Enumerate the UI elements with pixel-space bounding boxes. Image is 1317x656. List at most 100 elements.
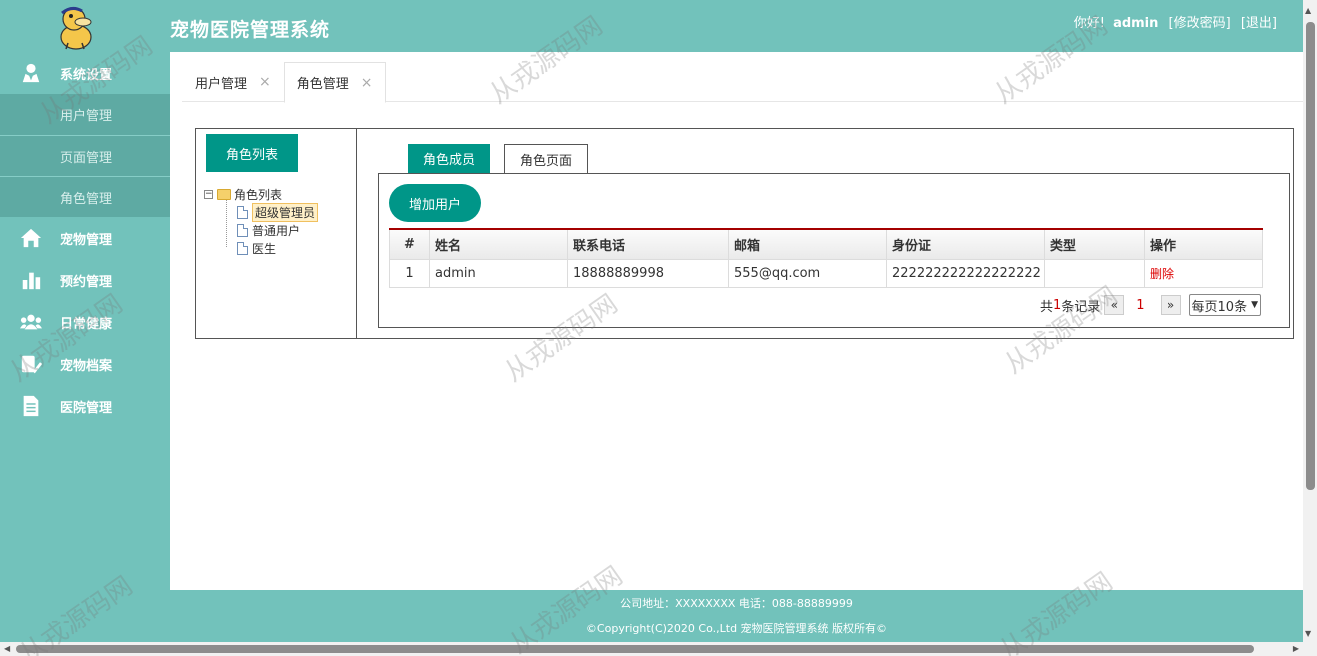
file-icon: [237, 223, 248, 237]
sidebar-item-label: 宠物管理: [60, 232, 113, 248]
user-settings-icon: [0, 62, 60, 84]
tab-label: 用户管理: [195, 76, 248, 92]
tree-root-label: 角色列表: [234, 187, 283, 202]
close-icon[interactable]: ×: [361, 75, 373, 91]
page-size-select[interactable]: 每页10条 ▼: [1188, 294, 1261, 316]
collapse-toggle-icon[interactable]: −: [204, 189, 213, 199]
sidebar-item-label: 日常健康: [60, 316, 113, 332]
sidebar-item-appointment[interactable]: 预约管理: [0, 259, 170, 301]
sidebar-item-hospital-management[interactable]: 医院管理: [0, 385, 170, 427]
col-header-name: 姓名: [429, 228, 568, 260]
app-title: 宠物医院管理系统: [170, 19, 331, 41]
members-table: # 姓名 联系电话 邮箱 身份证 类型 操作 1 admin 188888899…: [389, 228, 1263, 288]
footer-copyright: ©Copyright(C)2020 Co.,Ltd 宠物医院管理系统 版权所有©: [585, 622, 888, 635]
chevron-down-icon: ▼: [1251, 300, 1258, 310]
tree-node-doctor[interactable]: 医生: [204, 239, 318, 257]
group-icon: [0, 311, 60, 333]
file-icon: [237, 205, 248, 219]
sidebar-item-pet-records[interactable]: 宠物档案: [0, 343, 170, 385]
greeting-text: 你好!: [1073, 16, 1105, 31]
tree-node-label: 普通用户: [252, 223, 301, 238]
cell-index: 1: [389, 258, 430, 288]
pet-record-icon: [0, 353, 60, 375]
sidebar-item-label: 预约管理: [60, 274, 113, 290]
tree-node-label: 超级管理员: [252, 202, 319, 222]
sidebar-item-pet-management[interactable]: 宠物管理: [0, 217, 170, 259]
col-header-email: 邮箱: [728, 228, 887, 260]
home-icon: [0, 227, 60, 249]
sidebar-item-label: 医院管理: [60, 400, 113, 416]
col-header-type: 类型: [1044, 228, 1145, 260]
tree-node-normal-user[interactable]: 普通用户: [204, 221, 318, 239]
sidebar: 系统设置 用户管理 页面管理 角色管理 宠物管理 预约管理 日常健康 宠物档案 …: [0, 52, 170, 642]
vertical-scrollbar[interactable]: ▲ ▼: [1303, 0, 1317, 642]
main-content: 用户管理 × 角色管理 × 角色列表 − 角色列表 超级管理员 普通用户 医生 …: [170, 52, 1303, 590]
cell-phone: 18888889998: [567, 258, 729, 288]
pager-total-prefix: 共: [1039, 299, 1053, 315]
scroll-left-arrow-icon[interactable]: ◀: [4, 644, 10, 653]
role-panel: 角色列表 − 角色列表 超级管理员 普通用户 医生 角色成员 角色页面 增加用户…: [195, 128, 1294, 339]
page-size-value: 每页10条: [1191, 299, 1248, 315]
file-icon: [237, 241, 248, 255]
tree-root[interactable]: − 角色列表: [204, 185, 318, 203]
sidebar-subitem-page-management[interactable]: 页面管理: [0, 135, 170, 176]
table-row: 1 admin 18888889998 555@qq.com 222222222…: [389, 258, 1263, 288]
tab-label: 角色管理: [296, 77, 349, 92]
horizontal-scrollbar[interactable]: ◀ ▶: [0, 642, 1317, 656]
role-list-button[interactable]: 角色列表: [206, 134, 298, 172]
vertical-scroll-thumb[interactable]: [1306, 22, 1315, 490]
top-bar: 宠物医院管理系统 你好! admin [修改密码] [退出]: [0, 0, 1303, 52]
col-header-index: #: [389, 228, 430, 260]
tree-node-label: 医生: [252, 241, 277, 256]
role-members-box: 增加用户 # 姓名 联系电话 邮箱 身份证 类型 操作 1 admin 1888…: [378, 173, 1290, 328]
current-page-number[interactable]: 1: [1136, 298, 1144, 313]
folder-icon: [217, 188, 231, 200]
tab-role-pages[interactable]: 角色页面: [504, 144, 589, 173]
cell-action: 删除: [1144, 258, 1263, 288]
close-icon[interactable]: ×: [259, 74, 271, 90]
cell-type: [1044, 258, 1145, 288]
sidebar-item-label: 系统设置: [60, 67, 113, 83]
pager-total-suffix: 条记录: [1061, 299, 1101, 315]
sidebar-item-label: 宠物档案: [60, 358, 113, 374]
cell-id-card: 222222222222222222: [886, 258, 1045, 288]
add-user-button[interactable]: 增加用户: [389, 184, 481, 222]
username-text: admin: [1113, 16, 1159, 31]
change-password-link[interactable]: [修改密码]: [1169, 16, 1231, 31]
delete-link[interactable]: 删除: [1150, 267, 1174, 281]
role-tree: − 角色列表 超级管理员 普通用户 医生: [204, 185, 319, 257]
document-icon: [0, 395, 60, 417]
next-page-button[interactable]: »: [1160, 295, 1181, 315]
cell-email: 555@qq.com: [728, 258, 887, 288]
horizontal-scroll-thumb[interactable]: [16, 645, 1254, 653]
prev-page-button[interactable]: «: [1104, 295, 1125, 315]
duck-logo-icon: [52, 3, 100, 51]
col-header-phone: 联系电话: [567, 228, 729, 260]
footer: 公司地址：XXXXXXXX 电话：088-88889999 ©Copyright…: [170, 590, 1303, 642]
scroll-right-arrow-icon[interactable]: ▶: [1293, 644, 1299, 653]
bar-chart-icon: [0, 269, 60, 291]
tab-user-management[interactable]: 用户管理 ×: [182, 62, 284, 102]
pager-total-count: 1: [1052, 297, 1062, 313]
col-header-id-card: 身份证: [886, 228, 1045, 260]
detail-tabs: 角色成员 角色页面: [408, 144, 602, 173]
logout-link[interactable]: [退出]: [1241, 16, 1277, 31]
sidebar-subitem-user-management[interactable]: 用户管理: [0, 94, 170, 135]
role-list-pane: 角色列表 − 角色列表 超级管理员 普通用户 医生: [196, 129, 357, 338]
role-detail-pane: 角色成员 角色页面 增加用户 # 姓名 联系电话 邮箱 身份证 类型 操作 1 …: [358, 129, 1294, 338]
sidebar-item-system-settings[interactable]: 系统设置: [0, 52, 170, 94]
page-tabs: 用户管理 × 角色管理 ×: [182, 62, 1303, 103]
tab-role-management[interactable]: 角色管理 ×: [283, 62, 386, 103]
tab-role-members[interactable]: 角色成员: [408, 144, 491, 173]
user-area: 你好! admin [修改密码] [退出]: [1068, 12, 1277, 31]
tree-node-super-admin[interactable]: 超级管理员: [204, 202, 319, 222]
footer-address: 公司地址：XXXXXXXX 电话：088-88889999: [620, 597, 853, 610]
sidebar-subitem-role-management[interactable]: 角色管理: [0, 176, 170, 217]
scroll-up-arrow-icon[interactable]: ▲: [1305, 6, 1311, 15]
table-header-row: # 姓名 联系电话 邮箱 身份证 类型 操作: [389, 228, 1263, 260]
pagination: 共 1 条记录 « 1 » 每页10条 ▼: [1040, 294, 1261, 316]
col-header-action: 操作: [1144, 228, 1263, 260]
cell-name: admin: [429, 258, 568, 288]
sidebar-item-daily-health[interactable]: 日常健康: [0, 301, 170, 343]
scroll-down-arrow-icon[interactable]: ▼: [1305, 629, 1311, 638]
